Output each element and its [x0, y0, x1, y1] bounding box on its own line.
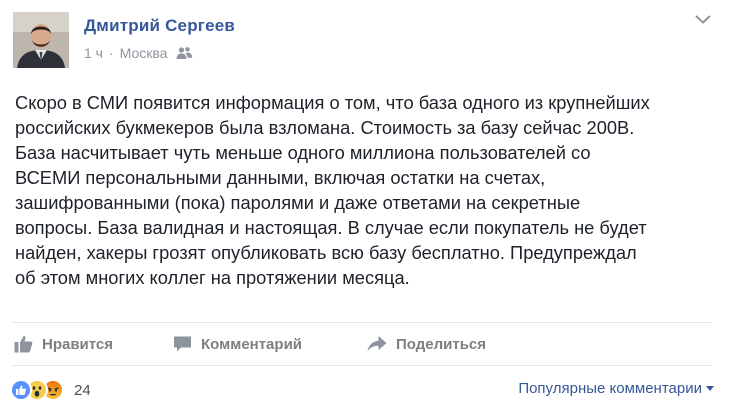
- reaction-count[interactable]: 24: [74, 382, 91, 399]
- facebook-post: Дмитрий Сергеев 1 ч · Москва Скоро в СМИ…: [0, 0, 730, 409]
- post-text-line: российских букмекеров была взломана. Сто…: [15, 117, 635, 138]
- people-icon[interactable]: [176, 46, 193, 60]
- comments-sort-dropdown[interactable]: Популярные комментарии: [518, 380, 714, 397]
- like-icon: [10, 379, 32, 401]
- share-button[interactable]: Поделиться: [367, 330, 486, 358]
- share-label: Поделиться: [396, 335, 487, 353]
- post-text-line: ВСЕМИ персональными данными, включая ост…: [15, 167, 546, 188]
- avatar-photo: [13, 12, 69, 68]
- post-meta: 1 ч · Москва: [84, 45, 193, 61]
- post-text-line: об этом многих коллег на протяжении меся…: [15, 267, 410, 288]
- share-arrow-icon: [367, 336, 387, 352]
- like-button[interactable]: Нравится: [14, 330, 113, 358]
- post-text-line: База насчитывает чуть меньше одного милл…: [15, 142, 591, 163]
- comment-icon: [174, 336, 191, 352]
- thumbs-up-icon: [14, 336, 33, 353]
- comment-label: Комментарий: [201, 335, 303, 353]
- author-name[interactable]: Дмитрий Сергеев: [84, 16, 235, 36]
- divider: [12, 322, 712, 323]
- like-label: Нравится: [42, 335, 114, 353]
- post-text-line: Скоро в СМИ появится информация о том, ч…: [15, 92, 650, 113]
- meta-separator: ·: [108, 45, 114, 61]
- post-location[interactable]: Москва: [120, 45, 168, 61]
- post-text-line: найден, хакеры грозят опубликовать всю б…: [15, 242, 637, 263]
- post-actions: Нравится Комментарий Поделиться: [0, 330, 730, 358]
- comment-button[interactable]: Комментарий: [173, 330, 302, 358]
- divider: [12, 365, 712, 366]
- comments-sort-label: Популярные комментарии: [518, 380, 702, 397]
- post-text-line: вопросы. База валидная и настоящая. В сл…: [15, 217, 647, 238]
- chevron-down-icon[interactable]: [694, 12, 712, 26]
- post-time[interactable]: 1 ч: [84, 45, 103, 61]
- reactions-summary[interactable]: 24: [10, 378, 91, 402]
- post-text-line: зашифрованными (пока) паролями и даже от…: [15, 192, 581, 213]
- caret-down-icon: [706, 386, 714, 391]
- post-text: Скоро в СМИ появится информация о том, ч…: [15, 90, 717, 290]
- avatar[interactable]: [13, 12, 69, 68]
